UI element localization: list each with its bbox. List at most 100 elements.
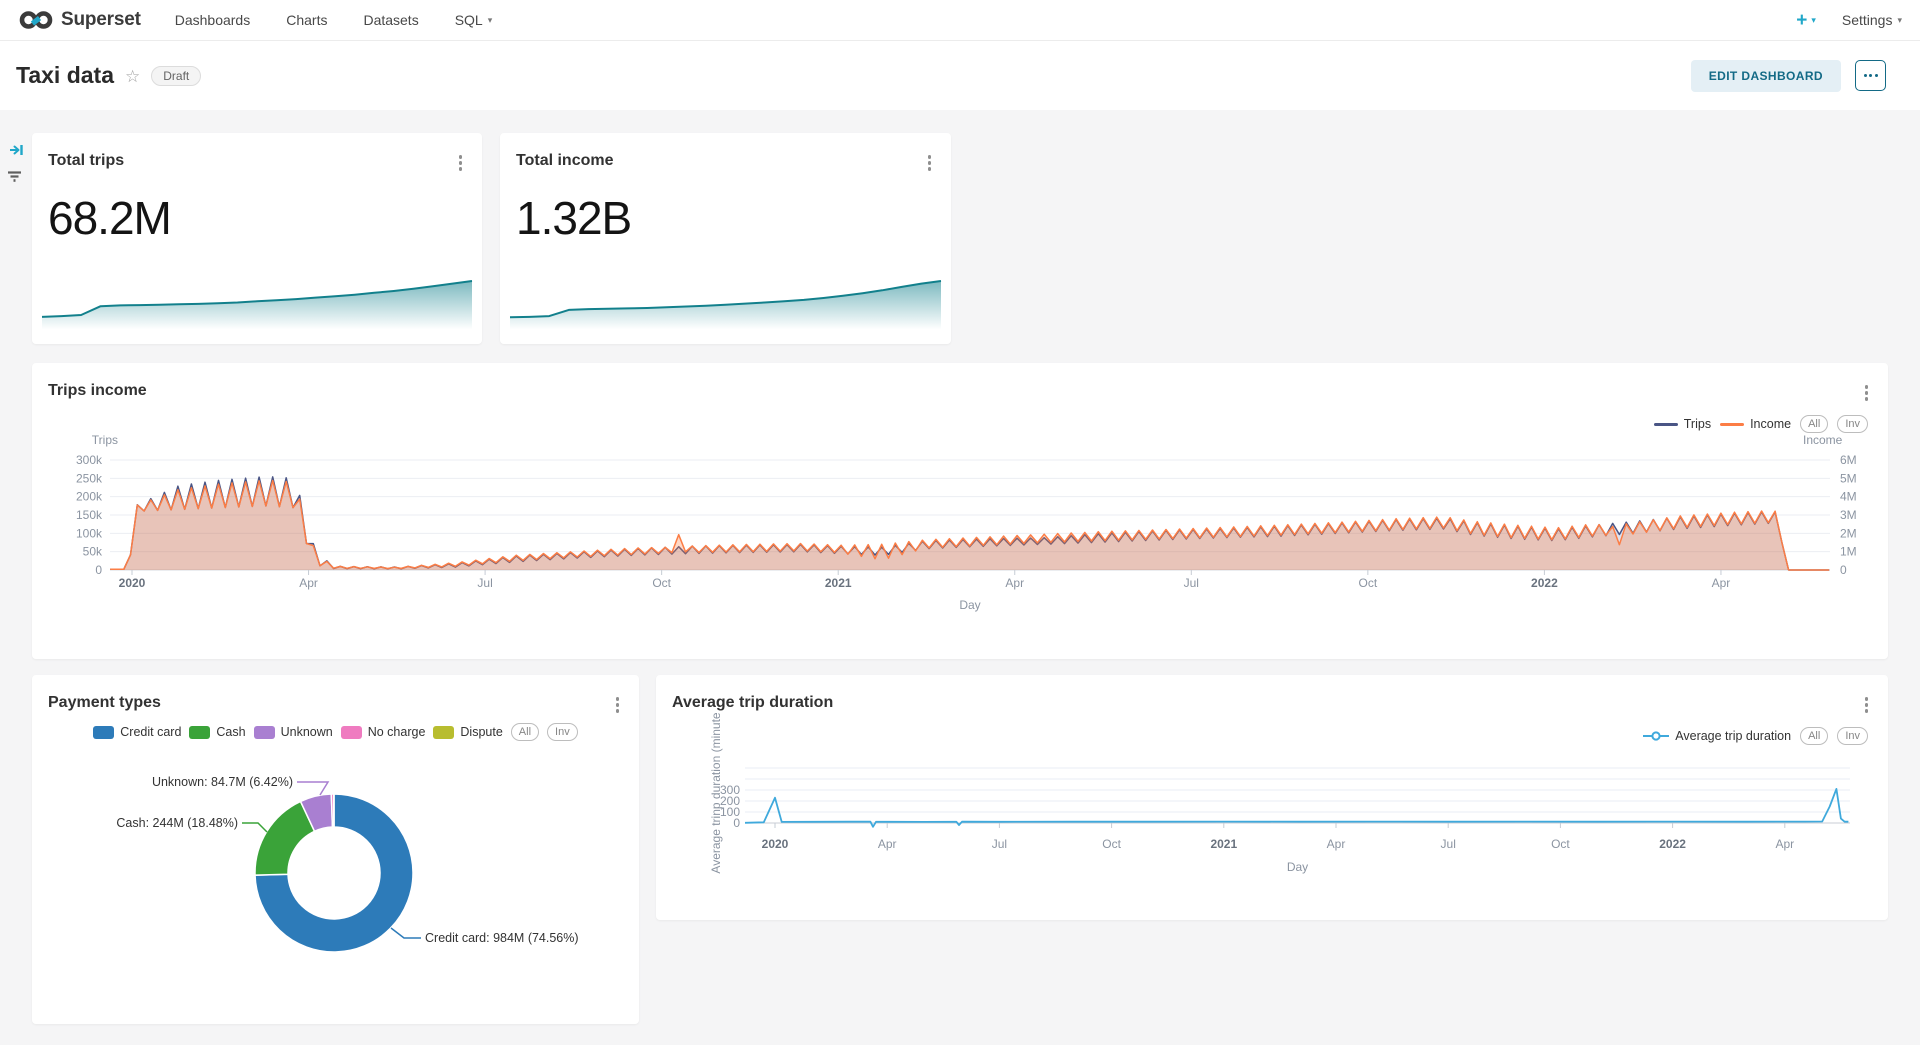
trips-income-chart: 0050k1M100k2M150k3M200k4M250k5M300k6MTri… xyxy=(32,363,1888,659)
svg-text:Unknown: 84.7M (6.42%): Unknown: 84.7M (6.42%) xyxy=(152,775,293,789)
cash-swatch xyxy=(189,726,210,739)
legend-item-unknown[interactable]: Unknown xyxy=(254,725,333,739)
svg-text:2020: 2020 xyxy=(119,576,146,590)
svg-text:Trips: Trips xyxy=(92,433,118,447)
nav-sql[interactable]: SQL▾ xyxy=(455,12,493,28)
legend-all-button[interactable]: All xyxy=(1800,415,1828,433)
total-income-card: Total income 1.32B xyxy=(500,133,951,344)
svg-text:Apr: Apr xyxy=(1775,837,1794,851)
kebab-menu-icon[interactable] xyxy=(1863,695,1871,715)
total-trips-card: Total trips 68.2M xyxy=(32,133,482,344)
svg-text:4M: 4M xyxy=(1840,490,1857,504)
legend-item-cash[interactable]: Cash xyxy=(189,725,245,739)
legend-item-dispute[interactable]: Dispute xyxy=(433,725,502,739)
dispute-swatch xyxy=(433,726,454,739)
svg-text:200k: 200k xyxy=(76,490,103,504)
svg-text:2022: 2022 xyxy=(1659,837,1686,851)
credit-card-swatch xyxy=(93,726,114,739)
main-nav: Dashboards Charts Datasets SQL▾ xyxy=(175,12,493,28)
status-badge: Draft xyxy=(151,66,201,86)
card-title: Payment types xyxy=(48,694,161,712)
svg-text:Oct: Oct xyxy=(652,576,671,590)
card-title: Total income xyxy=(516,152,614,170)
kebab-menu-icon[interactable] xyxy=(1863,383,1871,403)
navbar: Superset Dashboards Charts Datasets SQL▾… xyxy=(0,0,1920,41)
legend-label: Average trip duration xyxy=(1675,729,1791,743)
legend-item-income[interactable]: Income xyxy=(1720,417,1791,431)
svg-text:2021: 2021 xyxy=(825,576,852,590)
card-title: Total trips xyxy=(48,152,124,170)
svg-text:150k: 150k xyxy=(76,508,103,522)
no-charge-swatch xyxy=(341,726,362,739)
legend-item-no-charge[interactable]: No charge xyxy=(341,725,426,739)
svg-text:Apr: Apr xyxy=(1712,576,1731,590)
chevron-down-icon: ▾ xyxy=(488,16,493,25)
total-trips-sparkline xyxy=(40,276,474,334)
svg-text:Apr: Apr xyxy=(1327,837,1346,851)
svg-text:Jul: Jul xyxy=(1184,576,1199,590)
legend-item-trips[interactable]: Trips xyxy=(1654,417,1711,431)
legend-inv-button[interactable]: Inv xyxy=(1837,727,1868,745)
svg-text:Day: Day xyxy=(1287,860,1308,874)
legend-all-button[interactable]: All xyxy=(1800,727,1828,745)
svg-text:1M: 1M xyxy=(1840,545,1857,559)
total-income-value: 1.32B xyxy=(516,191,631,245)
svg-text:Cash: 244M (18.48%): Cash: 244M (18.48%) xyxy=(116,816,238,830)
superset-infinity-icon xyxy=(18,8,54,32)
svg-text:0: 0 xyxy=(95,563,102,577)
card-title: Trips income xyxy=(48,382,147,400)
new-item-button[interactable]: + ▾ xyxy=(1796,11,1816,30)
legend-all-button[interactable]: All xyxy=(511,723,539,741)
edit-dashboard-button[interactable]: EDIT DASHBOARD xyxy=(1691,60,1841,92)
trips-income-legend: Trips Income All Inv xyxy=(1654,415,1868,433)
chevron-down-icon: ▾ xyxy=(1811,16,1816,25)
settings-menu[interactable]: Settings ▾ xyxy=(1842,12,1902,28)
filter-icon[interactable] xyxy=(6,169,23,184)
settings-label: Settings xyxy=(1842,12,1893,28)
payment-types-legend: Credit card Cash Unknown No charge Dispu… xyxy=(32,723,639,741)
svg-text:300: 300 xyxy=(720,783,740,797)
total-trips-value: 68.2M xyxy=(48,191,171,245)
nav-dashboards[interactable]: Dashboards xyxy=(175,12,251,28)
avg-trip-duration-legend: Average trip duration All Inv xyxy=(1643,727,1868,745)
svg-text:Apr: Apr xyxy=(299,576,318,590)
nav-charts[interactable]: Charts xyxy=(286,12,327,28)
svg-text:6M: 6M xyxy=(1840,453,1857,467)
payment-types-card: Payment types Credit card Cash Unknown N… xyxy=(32,675,639,1024)
svg-text:Credit card: 984M (74.56%): Credit card: 984M (74.56%) xyxy=(425,931,579,945)
expand-filter-bar-icon[interactable] xyxy=(8,142,25,158)
svg-text:50k: 50k xyxy=(83,545,103,559)
legend-inv-button[interactable]: Inv xyxy=(1837,415,1868,433)
legend-label: Unknown xyxy=(281,725,333,739)
kebab-menu-icon[interactable] xyxy=(926,153,934,173)
legend-inv-button[interactable]: Inv xyxy=(547,723,578,741)
svg-text:2022: 2022 xyxy=(1531,576,1558,590)
unknown-swatch xyxy=(254,726,275,739)
more-options-button[interactable] xyxy=(1855,60,1886,91)
svg-text:Average trinp duration (minute: Average trinp duration (minute xyxy=(709,712,723,874)
svg-text:Income: Income xyxy=(1803,433,1843,447)
svg-text:Jul: Jul xyxy=(1441,837,1456,851)
svg-text:2021: 2021 xyxy=(1210,837,1237,851)
legend-label: Income xyxy=(1750,417,1791,431)
page-title: Taxi data xyxy=(16,62,114,89)
legend-item-avg-trip-duration[interactable]: Average trip duration xyxy=(1643,729,1791,743)
favorite-star-icon[interactable]: ☆ xyxy=(125,67,140,87)
nav-datasets[interactable]: Datasets xyxy=(363,12,418,28)
svg-text:300k: 300k xyxy=(76,453,103,467)
superset-logo[interactable]: Superset xyxy=(18,8,141,32)
kebab-menu-icon[interactable] xyxy=(614,695,622,715)
kebab-menu-icon[interactable] xyxy=(457,153,465,173)
legend-label: Cash xyxy=(216,725,245,739)
svg-text:0: 0 xyxy=(1840,563,1847,577)
svg-text:Day: Day xyxy=(959,598,980,612)
legend-label: No charge xyxy=(368,725,426,739)
income-line-swatch xyxy=(1720,423,1744,426)
brand-name: Superset xyxy=(61,9,141,31)
trips-line-swatch xyxy=(1654,423,1678,426)
legend-item-credit-card[interactable]: Credit card xyxy=(93,725,181,739)
plus-icon: + xyxy=(1796,11,1807,30)
svg-text:250k: 250k xyxy=(76,471,103,485)
svg-text:Oct: Oct xyxy=(1551,837,1570,851)
svg-text:Apr: Apr xyxy=(1005,576,1024,590)
